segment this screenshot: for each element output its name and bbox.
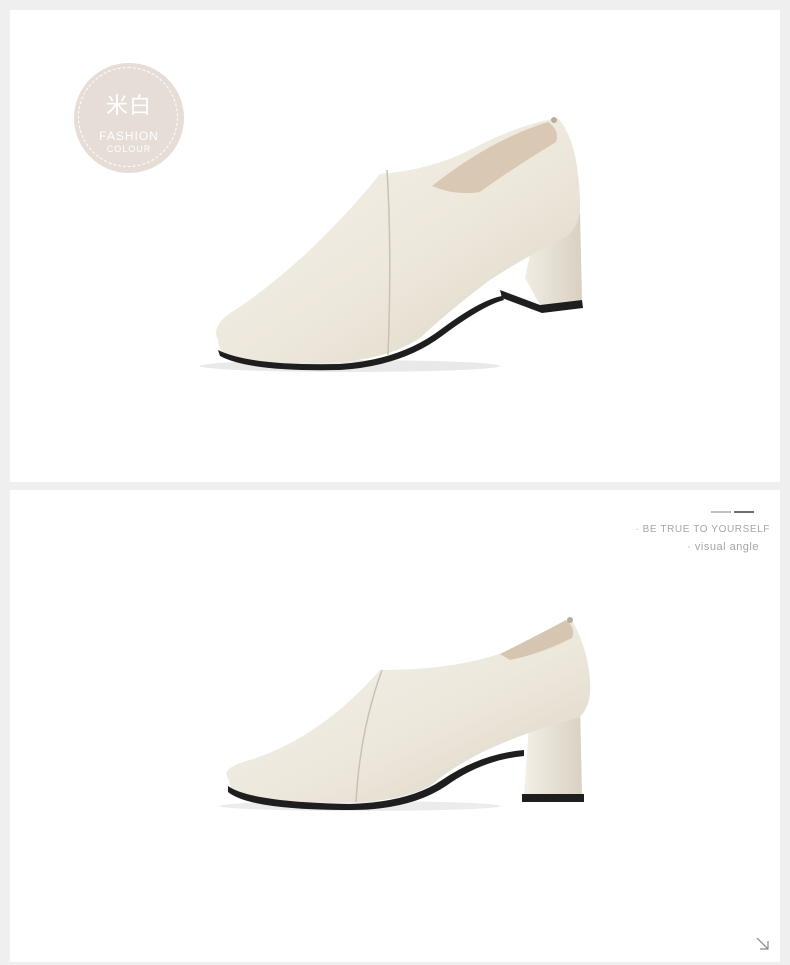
shoe-image-profile (220, 617, 591, 811)
product-panel-top: 米白 FASHION COLOUR (10, 10, 780, 482)
deco-bar-light (711, 511, 731, 513)
deco-bar-dark (734, 511, 754, 513)
tagline: · BE TRUE TO YOURSELF (635, 524, 770, 535)
badge-color-name: 米白 (105, 94, 152, 119)
badge-fashion-label: FASHION (99, 129, 159, 143)
color-badge: 米白 FASHION COLOUR (74, 63, 184, 173)
shoe-image-side (200, 117, 583, 372)
view-angle-label: · visual angle (687, 541, 759, 553)
badge-colour-label: COLOUR (106, 144, 152, 154)
arrow-down-right-icon[interactable] (755, 936, 771, 952)
product-panel-bottom: · BE TRUE TO YOURSELF · visual angle (10, 490, 780, 962)
